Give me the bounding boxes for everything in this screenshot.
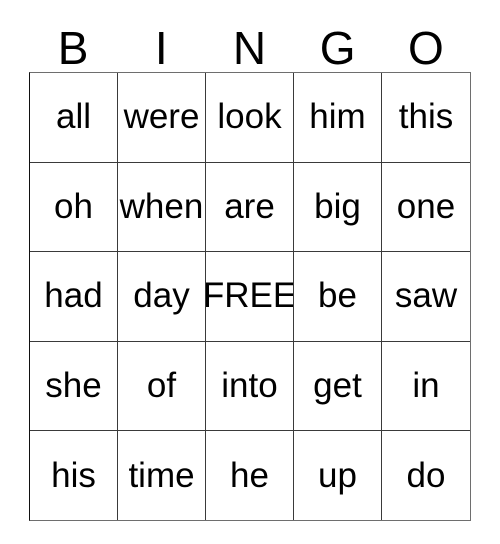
bingo-cell[interactable]: he	[206, 431, 294, 520]
bingo-cell[interactable]: get	[294, 341, 382, 431]
bingo-cell[interactable]: big	[294, 162, 382, 252]
bingo-cell[interactable]: of	[118, 341, 206, 431]
bingo-cell[interactable]: she	[30, 341, 118, 431]
bingo-cell[interactable]: all	[30, 73, 118, 162]
bingo-cell[interactable]: are	[206, 162, 294, 252]
bingo-header-letter-b: B	[57, 22, 89, 74]
bingo-header-letter-n: N	[232, 22, 267, 74]
bingo-cell[interactable]: time	[118, 431, 206, 520]
bingo-row: oh when are big one	[30, 162, 470, 253]
bingo-cell[interactable]: day	[118, 252, 206, 341]
bingo-cell-free-space[interactable]: FREE	[206, 252, 294, 341]
bingo-cell[interactable]: were	[118, 73, 206, 162]
bingo-header-letter-o: O	[407, 22, 444, 74]
bingo-header-letter-g: G	[319, 22, 356, 74]
bingo-cell[interactable]: saw	[382, 252, 470, 341]
bingo-header-row: B I N G O	[29, 14, 471, 72]
bingo-cell[interactable]: oh	[30, 162, 118, 252]
bingo-cell[interactable]: him	[294, 73, 382, 162]
bingo-row: had day FREE be saw	[30, 252, 470, 342]
bingo-row: all were look him this	[30, 73, 470, 163]
bingo-cell[interactable]: had	[30, 252, 118, 341]
bingo-cell[interactable]: into	[206, 341, 294, 431]
bingo-cell[interactable]: this	[382, 73, 470, 162]
bingo-cell[interactable]: do	[382, 431, 470, 520]
bingo-card: B I N G O all were look him this oh when…	[29, 14, 471, 521]
bingo-grid: all were look him this oh when are big o…	[29, 72, 471, 521]
bingo-row: she of into get in	[30, 341, 470, 432]
bingo-cell[interactable]: his	[30, 431, 118, 520]
bingo-row: his time he up do	[30, 431, 470, 520]
bingo-cell[interactable]: when	[118, 162, 206, 252]
bingo-cell[interactable]: up	[294, 431, 382, 520]
bingo-header-letter-i: I	[154, 22, 168, 74]
bingo-cell[interactable]: look	[206, 73, 294, 162]
bingo-cell[interactable]: one	[382, 163, 470, 252]
bingo-cell[interactable]: be	[294, 252, 382, 341]
bingo-cell[interactable]: in	[382, 342, 470, 431]
